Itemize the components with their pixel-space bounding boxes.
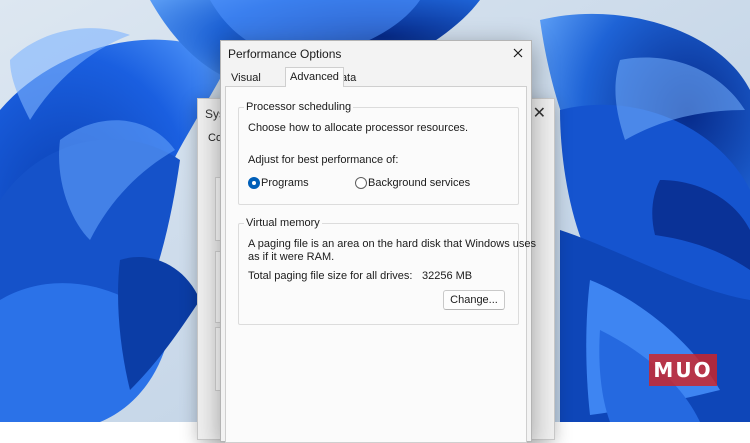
change-button[interactable]: Change... xyxy=(443,290,505,310)
advanced-tab-panel: Processor scheduling Choose how to alloc… xyxy=(225,86,536,443)
processor-scheduling-heading: Processor scheduling xyxy=(244,101,354,113)
dialog-title: Performance Options xyxy=(228,47,342,61)
programs-radio-label[interactable]: Programs xyxy=(261,177,309,189)
tab-advanced[interactable]: Advanced xyxy=(285,67,344,87)
virtual-memory-group: Virtual memory A paging file is an area … xyxy=(238,217,536,325)
processor-scheduling-group: Processor scheduling Choose how to alloc… xyxy=(238,101,519,205)
virtual-memory-heading: Virtual memory xyxy=(244,217,322,229)
processor-scheduling-description: Choose how to allocate processor resourc… xyxy=(248,122,469,134)
background-services-radio[interactable] xyxy=(355,177,367,189)
close-icon xyxy=(513,48,523,58)
muo-logo: MUO xyxy=(649,354,717,386)
adjust-performance-label: Adjust for best performance of: xyxy=(248,154,399,166)
programs-radio[interactable] xyxy=(248,177,260,189)
close-button[interactable] xyxy=(505,41,531,65)
virtual-memory-description-cont: as if it were RAM. xyxy=(248,251,335,263)
virtual-memory-description: A paging file is an area on the hard dis… xyxy=(248,238,537,250)
close-icon[interactable]: ✕ xyxy=(533,103,546,123)
total-paging-size-label: Total paging file size for all drives: xyxy=(248,270,413,282)
performance-options-dialog: Performance Options Visual Effects Advan… xyxy=(220,40,536,443)
title-bar[interactable]: Performance Options xyxy=(221,41,531,67)
background-services-radio-label[interactable]: Background services xyxy=(368,177,470,189)
total-paging-size-value: 32256 MB xyxy=(422,270,473,282)
tab-visual-effects[interactable]: Visual Effects xyxy=(227,70,268,100)
